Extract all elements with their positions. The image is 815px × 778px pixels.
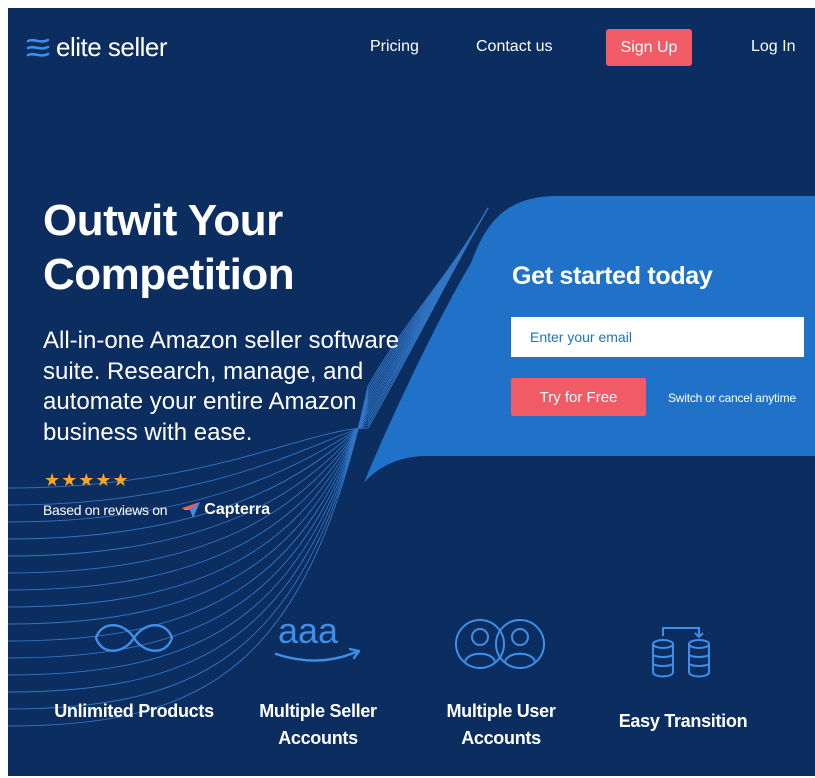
capterra-name: Capterra [204, 501, 271, 518]
logo-text: elite seller [56, 32, 168, 62]
reviews-text: Based on reviews on [43, 502, 168, 518]
feature-unlimited-products: Unlimited Products [54, 701, 214, 721]
feature-easy-transition: Easy Transition [618, 711, 748, 731]
amazon-aaa-icon: aaa [274, 610, 361, 662]
headline-line-1: Outwit Your [43, 196, 283, 245]
feature-multiple-user-accounts: Multiple User Accounts [446, 701, 556, 748]
reviews-line: Based on reviews on Capterra [43, 501, 270, 519]
infinity-icon [94, 624, 174, 652]
nav-contact[interactable]: Contact us [476, 38, 552, 56]
amazon-aaa-text: aaa [278, 610, 339, 651]
database-transfer-icon [652, 627, 710, 678]
capterra-logo[interactable]: Capterra [181, 501, 270, 519]
capterra-icon [182, 502, 201, 518]
try-for-free-button[interactable]: Try for Free [511, 378, 646, 416]
hero-headline: Outwit Your Competition [43, 194, 295, 302]
headline-line-2: Competition [43, 250, 295, 299]
cancel-note: Switch or cancel anytime [668, 391, 796, 405]
hero-subhead: All-in-one Amazon seller software suite.… [43, 327, 400, 446]
signup-button[interactable]: Sign Up [606, 29, 692, 66]
page-frame: elite seller Pricing Contact us Sign Up … [8, 8, 815, 776]
users-icon [455, 619, 545, 669]
rating-stars: ★★★★★ [44, 470, 130, 490]
nav-pricing[interactable]: Pricing [370, 38, 419, 56]
feature-multiple-seller-accounts: Multiple Seller Accounts [259, 701, 377, 748]
card-title: Get started today [512, 262, 713, 290]
login-link[interactable]: Log In [751, 38, 795, 56]
logo[interactable]: elite seller [26, 32, 168, 63]
email-input[interactable] [511, 317, 804, 357]
elite-seller-logo-mark [26, 38, 50, 57]
